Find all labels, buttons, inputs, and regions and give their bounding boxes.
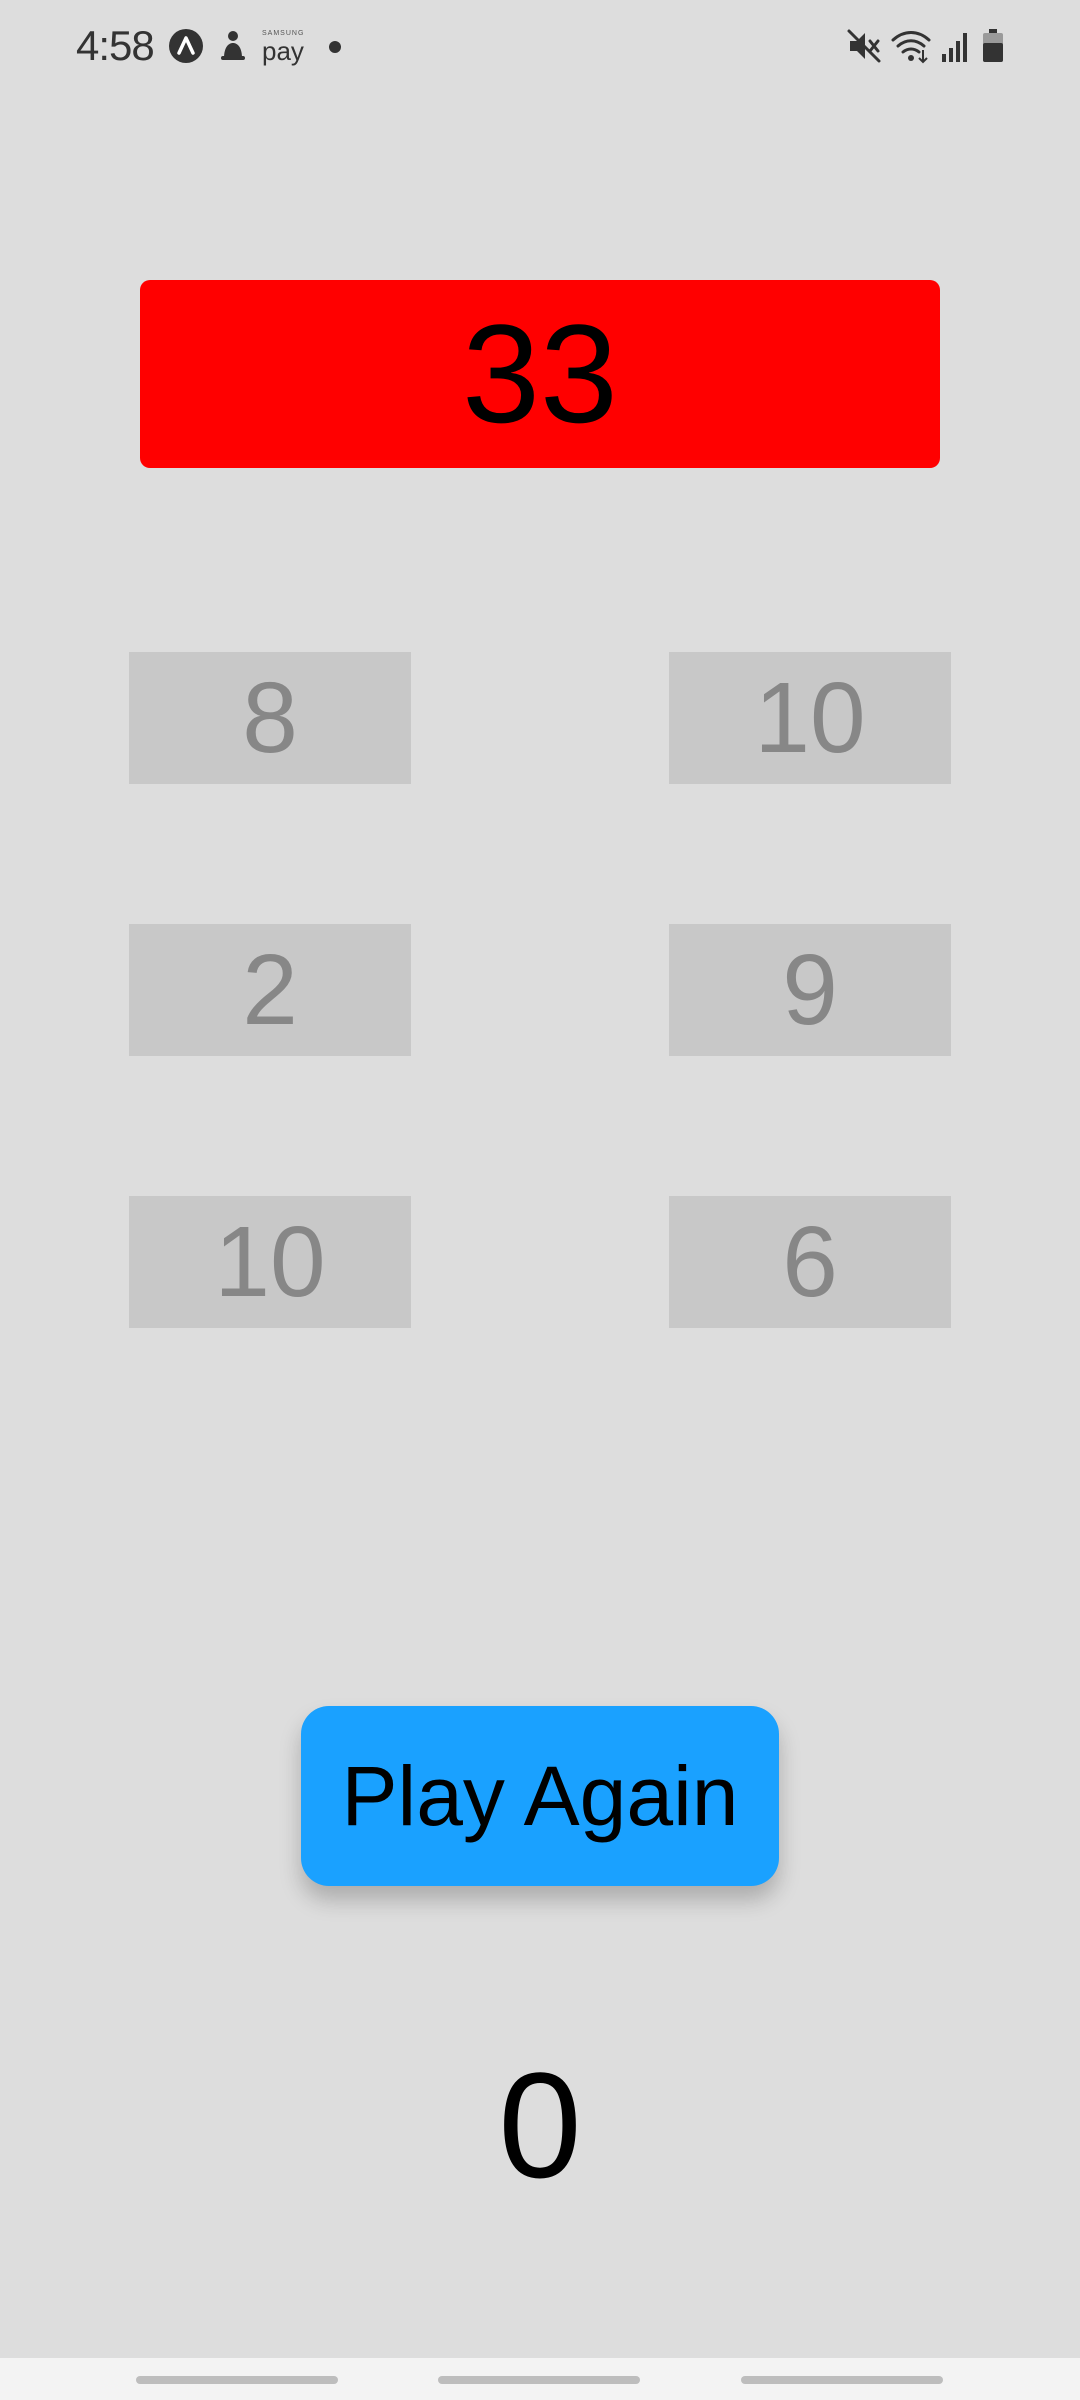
status-time: 4:58 [76, 22, 155, 69]
app-a-icon [168, 28, 204, 69]
number-tile-1[interactable]: 8 [129, 652, 411, 784]
person-icon [216, 28, 250, 69]
play-again-label: Play Again [341, 1749, 739, 1843]
samsung-pay-icon: SAMSUNG pay [262, 30, 304, 64]
number-tile-value: 10 [754, 662, 866, 774]
number-tile-value: 8 [242, 662, 298, 774]
nav-recents-handle[interactable] [136, 2376, 338, 2384]
number-tile-value: 2 [242, 934, 298, 1046]
gesture-nav-bar [0, 2358, 1080, 2400]
number-tile-value: 10 [214, 1206, 326, 1318]
play-again-button[interactable]: Play Again [301, 1706, 779, 1886]
pay-text: pay [262, 36, 304, 66]
number-tile-4[interactable]: 9 [669, 924, 951, 1056]
number-tile-value: 9 [782, 934, 838, 1046]
number-tile-6[interactable]: 6 [669, 1196, 951, 1328]
target-number: 33 [462, 295, 618, 452]
number-tile-value: 6 [782, 1206, 838, 1318]
signal-icon [940, 28, 972, 69]
battery-icon [980, 28, 1006, 69]
number-tile-5[interactable]: 10 [129, 1196, 411, 1328]
nav-back-handle[interactable] [741, 2376, 943, 2384]
notification-dot-icon [328, 40, 342, 59]
nav-home-handle[interactable] [438, 2376, 640, 2384]
mute-icon [846, 28, 882, 69]
status-bar: 4:58 SAMSUNG pay [0, 0, 1080, 96]
target-number-box: 33 [140, 280, 940, 468]
wifi-icon [890, 28, 932, 69]
score-display: 0 [498, 2041, 582, 2209]
number-tile-2[interactable]: 10 [669, 652, 951, 784]
number-tile-3[interactable]: 2 [129, 924, 411, 1056]
